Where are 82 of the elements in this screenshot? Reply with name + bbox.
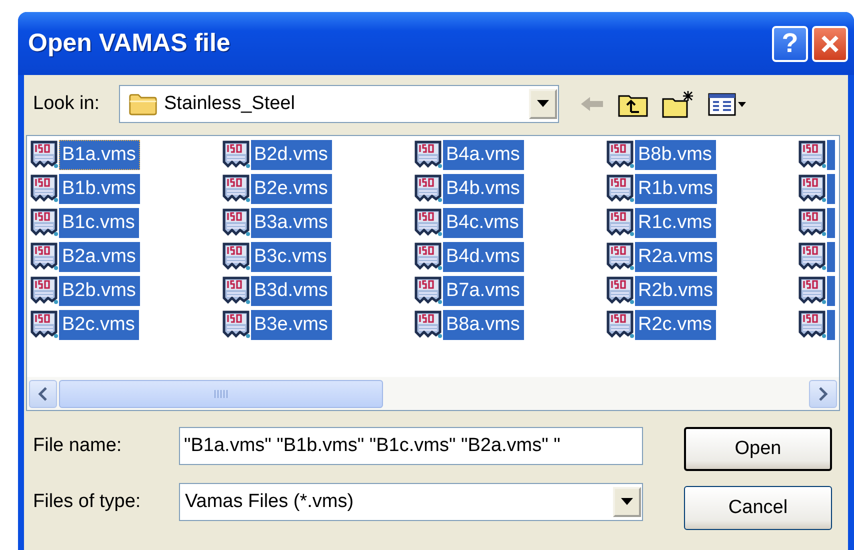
- document-icon: [413, 208, 443, 238]
- document-icon: [797, 208, 827, 238]
- document-icon: [797, 140, 827, 170]
- document-icon: [221, 208, 251, 238]
- file-item[interactable]: R2c.vms: [635, 310, 716, 340]
- document-icon: [413, 140, 443, 170]
- help-button[interactable]: ?: [772, 26, 808, 62]
- file-type-dropdown[interactable]: Vamas Files (*.vms): [179, 483, 643, 521]
- document-icon: [221, 276, 251, 306]
- document-icon: [605, 242, 635, 272]
- document-icon: [605, 208, 635, 238]
- file-item[interactable]: B1a.vms: [59, 140, 140, 170]
- document-icon: [605, 174, 635, 204]
- document-icon: [413, 310, 443, 340]
- dialog-button[interactable]: Open: [684, 427, 832, 471]
- document-icon: [797, 276, 827, 306]
- document-icon: [797, 310, 827, 340]
- document-icon: [29, 208, 59, 238]
- file-item[interactable]: R2a.vms: [635, 242, 717, 272]
- file-item[interactable]: [827, 310, 835, 340]
- file-item[interactable]: B3d.vms: [251, 276, 332, 306]
- scrollbar-thumb[interactable]: [59, 380, 383, 408]
- dialog-button[interactable]: Cancel: [684, 486, 832, 530]
- document-icon: [605, 276, 635, 306]
- scroll-left-button[interactable]: [29, 380, 57, 408]
- new-folder-button[interactable]: [661, 89, 695, 119]
- file-item[interactable]: [827, 276, 835, 306]
- document-icon: [797, 174, 827, 204]
- folder-icon: [128, 92, 158, 116]
- look-in-dropdown[interactable]: Stainless_Steel: [119, 85, 559, 123]
- file-item[interactable]: B3c.vms: [251, 242, 331, 272]
- file-item[interactable]: B4b.vms: [443, 174, 524, 204]
- file-item[interactable]: B8b.vms: [635, 140, 716, 170]
- document-icon: [29, 242, 59, 272]
- file-item[interactable]: B3e.vms: [251, 310, 332, 340]
- file-item[interactable]: [827, 242, 835, 272]
- file-item[interactable]: B2d.vms: [251, 140, 332, 170]
- window-title: Open VAMAS file: [28, 29, 232, 58]
- file-type-value: Vamas Files (*.vms): [184, 491, 355, 513]
- file-item[interactable]: B4a.vms: [443, 140, 524, 170]
- document-icon: [221, 242, 251, 272]
- document-icon: [413, 174, 443, 204]
- file-item[interactable]: B4c.vms: [443, 208, 523, 238]
- close-icon: [820, 34, 840, 54]
- document-icon: [29, 140, 59, 170]
- file-item[interactable]: R1b.vms: [635, 174, 717, 204]
- document-icon: [221, 310, 251, 340]
- document-icon: [605, 140, 635, 170]
- file-type-label: Files of type:: [33, 491, 142, 513]
- document-icon: [221, 140, 251, 170]
- view-menu-button[interactable]: [707, 91, 747, 117]
- document-icon: [797, 242, 827, 272]
- document-icon: [605, 310, 635, 340]
- file-item[interactable]: B2e.vms: [251, 174, 332, 204]
- file-item[interactable]: B1b.vms: [59, 174, 140, 204]
- file-item[interactable]: R2b.vms: [635, 276, 717, 306]
- file-name-label: File name:: [33, 435, 123, 457]
- look-in-label: Look in:: [33, 93, 101, 115]
- file-item[interactable]: B3a.vms: [251, 208, 332, 238]
- document-icon: [29, 174, 59, 204]
- close-button[interactable]: [812, 26, 848, 62]
- file-item[interactable]: B2c.vms: [59, 310, 139, 340]
- file-item[interactable]: B1c.vms: [59, 208, 139, 238]
- file-item[interactable]: B8a.vms: [443, 310, 524, 340]
- document-icon: [29, 276, 59, 306]
- document-icon: [221, 174, 251, 204]
- file-item[interactable]: B2a.vms: [59, 242, 140, 272]
- document-icon: [29, 310, 59, 340]
- grip-icon: [214, 388, 228, 398]
- file-item[interactable]: R1c.vms: [635, 208, 716, 238]
- file-item[interactable]: B2b.vms: [59, 276, 140, 306]
- document-icon: [413, 276, 443, 306]
- horizontal-scrollbar[interactable]: [27, 377, 839, 410]
- file-name-field[interactable]: "B1a.vms" "B1b.vms" "B1c.vms" "B2a.vms" ": [179, 427, 643, 465]
- scroll-right-button[interactable]: [809, 380, 837, 408]
- file-item[interactable]: [827, 140, 835, 170]
- file-item[interactable]: B4d.vms: [443, 242, 524, 272]
- folder-name: Stainless_Steel: [163, 93, 296, 115]
- document-icon: [413, 242, 443, 272]
- file-item[interactable]: [827, 208, 835, 238]
- file-item[interactable]: B7a.vms: [443, 276, 524, 306]
- file-item[interactable]: [827, 174, 835, 204]
